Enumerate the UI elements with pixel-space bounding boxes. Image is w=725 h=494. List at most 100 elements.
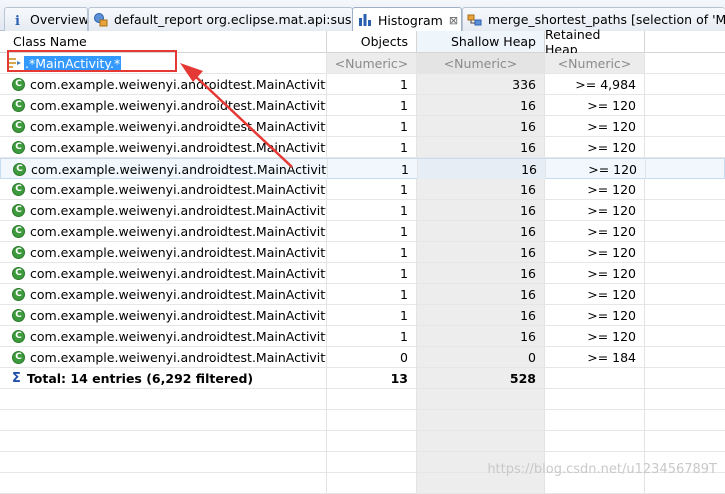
shallow-heap-cell: 16 [417, 200, 545, 220]
tab-default-report[interactable]: default_report org.eclipse.mat.api:sus..… [88, 7, 353, 31]
objects-cell: 1 [327, 221, 417, 241]
table-row[interactable]: Ccom.example.weiwenyi.androidtest.MainAc… [0, 74, 725, 95]
class-name-text: com.example.weiwenyi.androidtest.MainAct… [31, 161, 328, 177]
class-icon: C [12, 119, 25, 133]
class-name-text: com.example.weiwenyi.androidtest.MainAct… [30, 202, 327, 218]
empty-row [0, 431, 725, 452]
objects-cell: 1 [327, 179, 417, 199]
table-row[interactable]: Ccom.example.weiwenyi.androidtest.MainAc… [0, 242, 725, 263]
table-row[interactable]: Ccom.example.weiwenyi.androidtest.MainAc… [0, 326, 725, 347]
table-row[interactable]: Ccom.example.weiwenyi.androidtest.MainAc… [0, 221, 725, 242]
objects-cell: 1 [327, 74, 417, 94]
objects-cell: 1 [327, 305, 417, 325]
class-name-cell: Ccom.example.weiwenyi.androidtest.MainAc… [1, 159, 328, 179]
table-row[interactable]: Ccom.example.weiwenyi.androidtest.MainAc… [0, 305, 725, 326]
svg-text:i: i [15, 14, 20, 27]
column-header-label: Class Name [13, 34, 87, 49]
class-name-cell: Ccom.example.weiwenyi.androidtest.MainAc… [0, 263, 327, 283]
shallow-heap-cell: 16 [417, 95, 545, 115]
retained-heap-cell: >= 120 [545, 284, 645, 304]
objects-cell: 1 [327, 95, 417, 115]
objects-filter-input[interactable]: <Numeric> [327, 53, 417, 73]
tab-overview[interactable]: i Overview [4, 7, 88, 31]
column-header-objects[interactable]: Objects [327, 31, 417, 53]
retained-heap-cell: >= 120 [545, 179, 645, 199]
retained-heap-cell: >= 120 [545, 305, 645, 325]
total-label: Total: 14 entries (6,292 filtered) [26, 370, 254, 386]
objects-cell: 1 [327, 116, 417, 136]
empty-cell [327, 410, 417, 430]
class-name-text: com.example.weiwenyi.androidtest.MainAct… [30, 265, 327, 281]
histogram-table: Class Name Objects Shallow Heap Retained… [0, 27, 725, 494]
shallow-heap-cell: 16 [417, 179, 545, 199]
retained-heap-cell: >= 120 [546, 159, 646, 179]
class-name-text: com.example.weiwenyi.androidtest.MainAct… [30, 244, 327, 260]
tab-histogram[interactable]: Histogram ⊠ [352, 7, 462, 32]
objects-cell: 1 [327, 284, 417, 304]
table-row[interactable]: Ccom.example.weiwenyi.androidtest.MainAc… [0, 95, 725, 116]
shallow-heap-cell: 16 [417, 263, 545, 283]
class-icon: C [13, 162, 26, 176]
shallow-heap-cell: 16 [417, 242, 545, 262]
table-row[interactable]: Ccom.example.weiwenyi.androidtest.MainAc… [0, 263, 725, 284]
retained-heap-cell: >= 120 [545, 95, 645, 115]
column-header-label: Objects [360, 34, 408, 49]
table-row[interactable]: Ccom.example.weiwenyi.androidtest.MainAc… [0, 116, 725, 137]
total-row[interactable]: Σ Total: 14 entries (6,292 filtered) 13 528 [0, 368, 725, 389]
table-row[interactable]: Ccom.example.weiwenyi.androidtest.MainAc… [0, 137, 725, 158]
class-icon: C [12, 203, 25, 217]
class-icon: C [12, 245, 25, 259]
empty-row [0, 410, 725, 431]
total-objects-cell: 13 [327, 368, 417, 388]
total-retained-heap-cell [545, 368, 645, 388]
table-row[interactable]: Ccom.example.weiwenyi.androidtest.MainAc… [0, 179, 725, 200]
column-header-shallow-heap[interactable]: Shallow Heap [417, 31, 545, 53]
class-name-cell: Ccom.example.weiwenyi.androidtest.MainAc… [0, 179, 327, 199]
retained-heap-cell: >= 120 [545, 242, 645, 262]
column-header-label: Shallow Heap [451, 34, 536, 49]
class-icon: C [12, 182, 25, 196]
shallow-heap-cell: 16 [417, 326, 545, 346]
histogram-icon [357, 12, 373, 28]
class-name-text: com.example.weiwenyi.androidtest.MainAct… [30, 286, 327, 302]
class-name-cell: Ccom.example.weiwenyi.androidtest.MainAc… [0, 95, 327, 115]
class-icon: C [12, 329, 25, 343]
query-icon [467, 12, 483, 28]
empty-cell [0, 410, 327, 430]
objects-cell: 0 [327, 347, 417, 367]
table-row[interactable]: Ccom.example.weiwenyi.androidtest.MainAc… [0, 284, 725, 305]
class-name-cell: Ccom.example.weiwenyi.androidtest.MainAc… [0, 305, 327, 325]
class-name-text: com.example.weiwenyi.androidtest.MainAct… [30, 223, 327, 239]
shallow-heap-cell: 16 [418, 159, 546, 179]
shallow-heap-cell: 16 [417, 137, 545, 157]
shallow-heap-cell: 0 [417, 347, 545, 367]
class-name-cell: Ccom.example.weiwenyi.androidtest.MainAc… [0, 326, 327, 346]
tab-label: Histogram [378, 12, 443, 28]
class-name-text: com.example.weiwenyi.androidtest.MainAct… [30, 118, 327, 134]
objects-cell: 1 [327, 263, 417, 283]
shallow-heap-filter-input[interactable]: <Numeric> [417, 53, 545, 73]
empty-cell [545, 389, 645, 409]
class-icon: C [12, 308, 25, 322]
class-name-text: com.example.weiwenyi.androidtest.MainAct… [30, 328, 327, 344]
column-header-label: Retained Heap [545, 26, 601, 57]
retained-heap-filter-input[interactable]: <Numeric> [545, 53, 645, 73]
tab-label: Overview [30, 12, 88, 27]
table-row[interactable]: Ccom.example.weiwenyi.androidtest.MainAc… [0, 200, 725, 221]
table-row[interactable]: Ccom.example.weiwenyi.androidtest.MainAc… [0, 158, 725, 179]
retained-heap-cell: >= 120 [545, 137, 645, 157]
shallow-heap-cell: 16 [417, 284, 545, 304]
table-row[interactable]: Ccom.example.weiwenyi.androidtest.MainAc… [0, 347, 725, 368]
empty-cell [327, 431, 417, 451]
class-icon: C [12, 98, 25, 112]
class-icon: C [12, 224, 25, 238]
shallow-heap-cell: 16 [417, 221, 545, 241]
retained-heap-cell: >= 184 [545, 347, 645, 367]
shallow-heap-cell: 16 [417, 116, 545, 136]
empty-cell [0, 389, 327, 409]
empty-cell [417, 431, 545, 451]
class-name-text: com.example.weiwenyi.androidtest.MainAct… [30, 307, 327, 323]
close-icon[interactable]: ⊠ [449, 14, 458, 27]
objects-cell: 1 [327, 200, 417, 220]
column-header-retained-heap[interactable]: Retained Heap [545, 27, 645, 57]
